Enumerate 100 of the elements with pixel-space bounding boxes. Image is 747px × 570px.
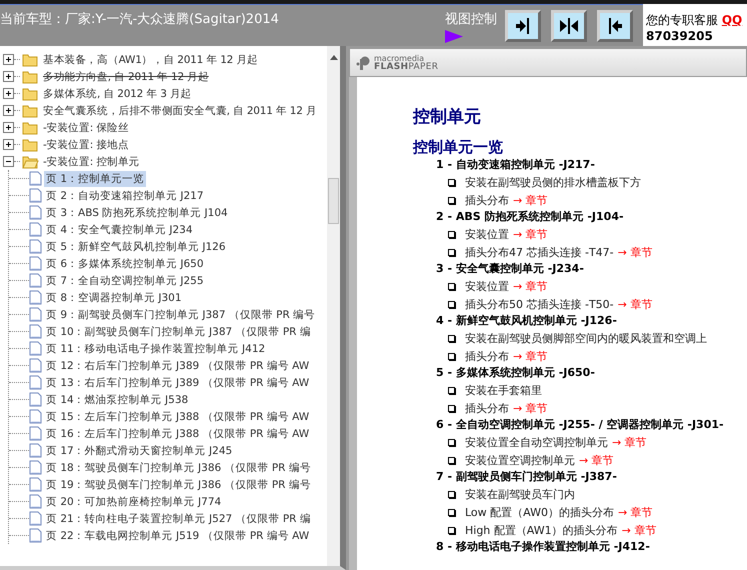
tree-folder[interactable]: -安装位置: 接地点 [41, 136, 131, 152]
bullet-icon [448, 282, 455, 290]
bullet-text: 插头分布 [465, 350, 509, 362]
bullet-icon [448, 300, 455, 308]
collapse-icon[interactable] [3, 156, 14, 167]
expand-right-button[interactable] [505, 10, 541, 42]
bullet-text: 安装位置 [465, 280, 509, 292]
view-control-label: 视图控制 [445, 11, 497, 28]
tree-page-item[interactable]: 页 14：燃油泵控制单元 J538 [44, 392, 190, 408]
page-icon [29, 409, 42, 424]
tree-page-item[interactable]: 页 19：驾驶员侧车门控制单元 J386 （仅限带 PR 编号 [44, 476, 313, 492]
current-model-label: 当前车型：厂家:Y-一汽-大众速腾(Sagitar)2014 [0, 11, 280, 29]
bullet-text: 插头分布 [465, 194, 509, 206]
flashpaper-logo-icon [356, 56, 371, 70]
triangle-icon [445, 30, 463, 43]
logo-text: FLASHPAPER [374, 62, 438, 72]
tree-page-item[interactable]: 页 13：右后车门控制单元 J389 （仅限带 PR 编号 AW [44, 374, 312, 390]
tree-page-item[interactable]: 页 2：自动变速箱控制单元 J217 [44, 188, 206, 204]
tree-page-item[interactable]: 页 5：新鲜空气鼓风机控制单元 J126 [44, 238, 228, 254]
bullet-text: 插头分布50 芯插头连接 -T50- [465, 298, 614, 310]
tree-page-item[interactable]: 页 11：移动电话电子操作装置控制单元 J412 [44, 340, 268, 356]
list-item-heading: 7 - 副驾驶员侧车门控制单元 -J387- [436, 469, 618, 485]
tree-folder[interactable]: 基本装备，高（AW1），自 2011 年 12 月起 [41, 52, 260, 68]
section-link[interactable]: → 章节 [622, 524, 656, 536]
tree-page-item[interactable]: 页 10：副驾驶员侧车门控制单元 J387 （仅限带 PR 编 [44, 324, 313, 340]
folder-icon [22, 52, 39, 66]
bullet-text: Low 配置（AW0）的插头分布 [465, 506, 614, 518]
tree-page-item[interactable]: 页 7：全自动空调控制单元 J255 [44, 272, 206, 288]
section-link[interactable]: → 章节 [513, 280, 548, 292]
bullet-icon [448, 526, 455, 534]
tree-folder[interactable]: -安装位置: 保险丝 [41, 120, 131, 136]
bullet-icon [448, 196, 455, 204]
bullet-icon [448, 508, 455, 516]
expand-icon[interactable] [3, 139, 14, 150]
page-icon [29, 222, 42, 237]
scroll-thumb[interactable] [328, 178, 339, 224]
tree-page-item[interactable]: 页 18：驾驶员侧车门控制单元 J386 （仅限带 PR 编号 [44, 460, 313, 476]
tree-folder[interactable]: -安装位置: 控制单元 [41, 154, 142, 170]
tree-page-item[interactable]: 页 1：控制单元一览 [44, 170, 146, 186]
bullet-icon [448, 352, 455, 360]
bullet-icon [448, 230, 455, 238]
expand-icon[interactable] [3, 54, 14, 65]
section-link[interactable]: → 章节 [618, 506, 653, 518]
tree-page-item[interactable]: 页 8：空调器控制单元 J301 [44, 290, 184, 306]
split-view-button[interactable] [551, 10, 587, 42]
page-icon [29, 341, 42, 356]
section-link[interactable]: → 章节 [513, 350, 548, 362]
page-icon [29, 443, 42, 458]
tree-page-item[interactable]: 页 22：车载电网控制单元 J519 （仅限带 PR 编号 AW [44, 528, 312, 544]
folder-icon [22, 70, 39, 84]
section-link[interactable]: → 章节 [513, 194, 548, 206]
page-icon [29, 188, 42, 203]
page-icon [29, 477, 42, 492]
bullet-text: 安装在副驾驶员车门内 [465, 488, 575, 500]
bullet-text: High 配置（AW1）的插头分布 [465, 524, 618, 536]
page-icon [29, 273, 42, 288]
tree-page-item[interactable]: 页 9：副驾驶员侧车门控制单元 J387 （仅限带 PR 编号 [44, 306, 318, 322]
expand-icon[interactable] [3, 71, 14, 82]
section-link[interactable]: → 章节 [579, 454, 614, 466]
page-icon [29, 511, 42, 526]
expand-left-button[interactable] [597, 10, 633, 42]
scrollbar[interactable] [327, 46, 340, 566]
page-icon [29, 324, 42, 339]
tree-folder[interactable]: 多媒体系统, 自 2012 年 3 月起 [41, 86, 194, 102]
tree-page-item[interactable]: 页 21：转向柱电子装置控制单元 J527 （仅限带 PR 编 [44, 510, 313, 526]
bullet-icon [448, 404, 455, 412]
page-icon [29, 528, 42, 543]
section-link[interactable]: → 章节 [618, 298, 652, 310]
folder-icon [22, 120, 39, 134]
list-item-heading: 3 - 安全气囊控制单元 -J234- [436, 261, 585, 277]
scroll-up-icon[interactable] [330, 54, 338, 60]
tree-page-item[interactable]: 页 4：安全气囊控制单元 J234 [44, 222, 194, 238]
service-label: 您的专职客服 [646, 13, 718, 27]
bullet-text: 安装在手套箱里 [465, 384, 542, 396]
tree-folder[interactable]: 安全气囊系统，后排不带侧面安全气囊, 自 2011 年 12 月 [41, 102, 319, 118]
open-folder-icon [22, 154, 39, 168]
tree-page-item[interactable]: 页 12：右后车门控制单元 J389 （仅限带 PR 编号 AW [44, 358, 312, 374]
qq-link[interactable]: QQ [722, 13, 742, 27]
tree-page-item[interactable]: 页 6：多媒体系统控制单元 J650 [44, 256, 206, 272]
tree-folder[interactable]: 多功能方向盘, 自 2011 年 12 月起 [41, 68, 211, 84]
list-item-heading: 1 - 自动变速箱控制单元 -J217- [436, 157, 596, 173]
section-link[interactable]: → 章节 [618, 246, 652, 258]
tree-page-item[interactable]: 页 20：可加热前座椅控制单元 J774 [44, 494, 224, 510]
section-link[interactable]: → 章节 [513, 402, 548, 414]
page-icon [29, 460, 42, 475]
tree-page-item[interactable]: 页 17：外翻式滑动天窗控制单元 J245 [44, 442, 234, 458]
list-item-heading: 8 - 移动电话电子操作装置控制单元 -J412- [436, 539, 651, 555]
list-item-heading: 6 - 全自动空调控制单元 -J255- / 空调器控制单元 -J301- [436, 417, 725, 433]
expand-icon[interactable] [3, 122, 14, 133]
tree-page-item[interactable]: 页 3：ABS 防抱死系统控制单元 J104 [44, 204, 230, 220]
bullet-text: 安装在副驾驶员侧的排水槽盖板下方 [465, 176, 641, 188]
tree-page-item[interactable]: 页 16：左后车门控制单元 J388 （仅限带 PR 编号 AW [44, 426, 312, 442]
page-icon [29, 290, 42, 305]
bullet-text: 插头分布47 芯插头连接 -T47- [465, 246, 614, 258]
section-link[interactable]: → 章节 [612, 436, 647, 448]
expand-icon[interactable] [3, 88, 14, 99]
tree-page-item[interactable]: 页 15：左后车门控制单元 J388 （仅限带 PR 编号 AW [44, 408, 312, 424]
section-link[interactable]: → 章节 [513, 228, 548, 240]
expand-icon[interactable] [3, 105, 14, 116]
page-icon [29, 239, 42, 254]
